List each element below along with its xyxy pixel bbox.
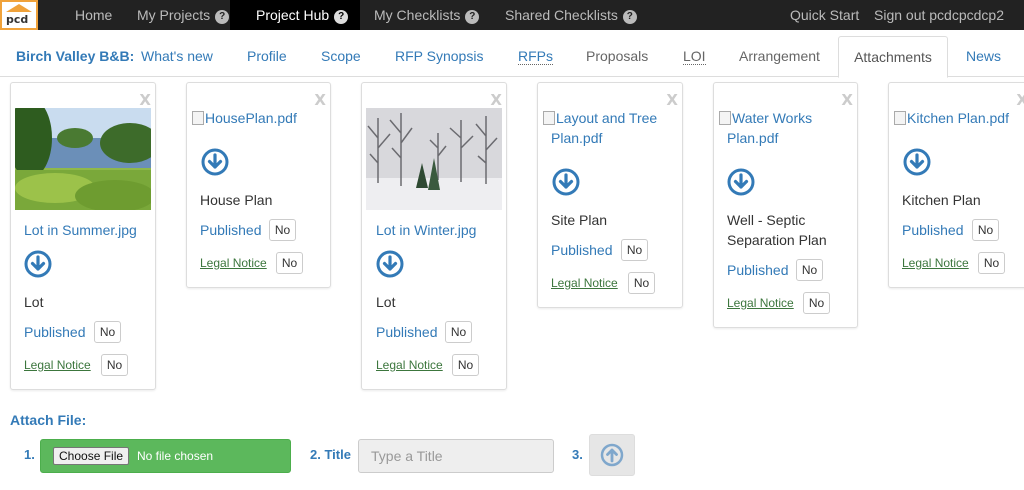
choose-file-button[interactable]: Choose File xyxy=(53,447,130,465)
top-navbar: pcd Home My Projects? Project Hub? My Ch… xyxy=(0,0,1024,30)
title-input[interactable] xyxy=(358,439,554,473)
nav-sign-out[interactable]: Sign out pcdcpcdcp2 xyxy=(874,0,1004,30)
project-name: Birch Valley B&B: xyxy=(16,48,135,64)
attachment-thumbnail[interactable] xyxy=(366,108,502,210)
legal-notice-toggle[interactable]: No xyxy=(628,272,655,294)
published-toggle[interactable]: No xyxy=(621,239,648,261)
upload-icon xyxy=(600,443,624,467)
legal-notice-link[interactable]: Legal Notice xyxy=(376,358,443,372)
nav-shared-checklists[interactable]: Shared Checklists? xyxy=(505,0,637,30)
nav-home[interactable]: Home xyxy=(75,0,112,30)
remove-attachment-button[interactable]: X xyxy=(314,91,326,109)
remove-attachment-button[interactable]: X xyxy=(666,91,678,109)
attachment-file-link[interactable]: Lot in Winter.jpg xyxy=(376,220,476,240)
attachment-description: Lot xyxy=(376,294,396,310)
attachment-file-link[interactable]: HousePlan.pdf xyxy=(192,108,297,128)
pcd-logo[interactable]: pcd xyxy=(0,0,38,30)
tab-arrangement[interactable]: Arrangement xyxy=(739,36,820,77)
legal-notice-toggle[interactable]: No xyxy=(803,292,830,314)
tab-whats-new[interactable]: What's new xyxy=(141,36,213,77)
remove-attachment-button[interactable]: X xyxy=(139,91,151,109)
broken-image-icon xyxy=(192,111,204,125)
legal-notice-toggle[interactable]: No xyxy=(276,252,303,274)
download-icon[interactable] xyxy=(201,148,229,176)
house-roof-icon xyxy=(6,4,32,12)
download-icon[interactable] xyxy=(903,148,931,176)
legal-notice-toggle[interactable]: No xyxy=(978,252,1005,274)
legal-notice-link[interactable]: Legal Notice xyxy=(902,256,969,270)
legal-notice-link[interactable]: Legal Notice xyxy=(200,256,267,270)
remove-attachment-button[interactable]: X xyxy=(841,91,853,109)
remove-attachment-button[interactable]: X xyxy=(1016,91,1024,109)
attachment-file-link[interactable]: Layout and Tree Plan.pdf xyxy=(543,108,657,148)
tab-news[interactable]: News xyxy=(966,36,1001,77)
attachment-description: Lot xyxy=(24,294,44,310)
download-icon[interactable] xyxy=(376,250,404,278)
winter-trees-image xyxy=(366,108,502,210)
help-icon[interactable]: ? xyxy=(622,10,637,24)
published-label: Published xyxy=(727,262,789,278)
published-toggle[interactable]: No xyxy=(972,219,999,241)
legal-notice-toggle[interactable]: No xyxy=(101,354,128,376)
help-icon[interactable]: ? xyxy=(334,10,349,24)
remove-attachment-button[interactable]: X xyxy=(490,91,502,109)
nav-project-hub[interactable]: Project Hub? xyxy=(230,0,360,30)
legal-notice-link[interactable]: Legal Notice xyxy=(727,296,794,310)
logo-text: pcd xyxy=(6,13,29,26)
step-3-label: 3. xyxy=(572,447,583,462)
tab-rfp-synopsis[interactable]: RFP Synopsis xyxy=(395,36,483,77)
attachment-card: X Kitchen Plan.pdf Kitchen Plan Publishe… xyxy=(888,82,1024,288)
published-label: Published xyxy=(24,324,86,340)
published-toggle[interactable]: No xyxy=(269,219,296,241)
no-file-chosen-text: No file chosen xyxy=(137,449,214,463)
nav-my-checklists[interactable]: My Checklists? xyxy=(374,0,480,30)
summer-lake-image xyxy=(15,108,151,210)
tab-attachments[interactable]: Attachments xyxy=(838,36,948,78)
nav-quick-start[interactable]: Quick Start xyxy=(790,0,859,30)
attachment-card: X Lot in Winter.jpg Lot Published No Leg… xyxy=(361,82,507,390)
legal-notice-link[interactable]: Legal Notice xyxy=(24,358,91,372)
attachment-file-link[interactable]: Water Works Plan.pdf xyxy=(719,108,812,148)
attachment-description: Well - Septic Separation Plan xyxy=(727,212,827,248)
nav-my-projects[interactable]: My Projects? xyxy=(137,0,230,30)
published-toggle[interactable]: No xyxy=(94,321,121,343)
step-2-label: 2. Title xyxy=(310,447,351,462)
legal-notice-toggle[interactable]: No xyxy=(452,354,479,376)
help-icon[interactable]: ? xyxy=(465,10,480,24)
attachment-card: X Layout and Tree Plan.pdf Site Plan Pub… xyxy=(537,82,683,308)
help-icon[interactable]: ? xyxy=(215,10,230,24)
broken-image-icon xyxy=(543,111,555,125)
tab-scope[interactable]: Scope xyxy=(321,36,361,77)
attachment-card: X Water Works Plan.pdf Well - Septic Sep… xyxy=(713,82,858,328)
download-icon[interactable] xyxy=(727,168,755,196)
published-label: Published xyxy=(902,222,964,238)
published-label: Published xyxy=(200,222,262,238)
attach-file-heading: Attach File: xyxy=(10,412,87,428)
attachment-card: X Lot in Summer.jpg Lot Published No Leg… xyxy=(10,82,156,390)
published-toggle[interactable]: No xyxy=(445,321,472,343)
broken-image-icon xyxy=(894,111,906,125)
attachment-card: X HousePlan.pdf House Plan Published No … xyxy=(186,82,331,288)
broken-image-icon xyxy=(719,111,731,125)
file-upload-area[interactable]: Choose File No file chosen xyxy=(40,439,291,473)
attachment-description: Kitchen Plan xyxy=(902,192,981,208)
attachment-file-link[interactable]: Lot in Summer.jpg xyxy=(24,220,137,240)
download-icon[interactable] xyxy=(24,250,52,278)
step-1-label: 1. xyxy=(24,447,35,462)
legal-notice-link[interactable]: Legal Notice xyxy=(551,276,618,290)
published-toggle[interactable]: No xyxy=(796,259,823,281)
upload-button[interactable] xyxy=(589,434,635,476)
download-icon[interactable] xyxy=(552,168,580,196)
tab-rfps[interactable]: RFPs xyxy=(518,36,553,77)
published-label: Published xyxy=(551,242,613,258)
tab-profile[interactable]: Profile xyxy=(247,36,287,77)
tab-proposals[interactable]: Proposals xyxy=(586,36,648,77)
attachment-thumbnail[interactable] xyxy=(15,108,151,210)
tab-loi[interactable]: LOI xyxy=(683,36,706,77)
project-tabs: Birch Valley B&B: What's new Profile Sco… xyxy=(0,36,1024,78)
published-label: Published xyxy=(376,324,438,340)
attachment-description: Site Plan xyxy=(551,212,608,228)
attachment-file-link[interactable]: Kitchen Plan.pdf xyxy=(894,108,1009,128)
attachment-description: House Plan xyxy=(200,192,273,208)
